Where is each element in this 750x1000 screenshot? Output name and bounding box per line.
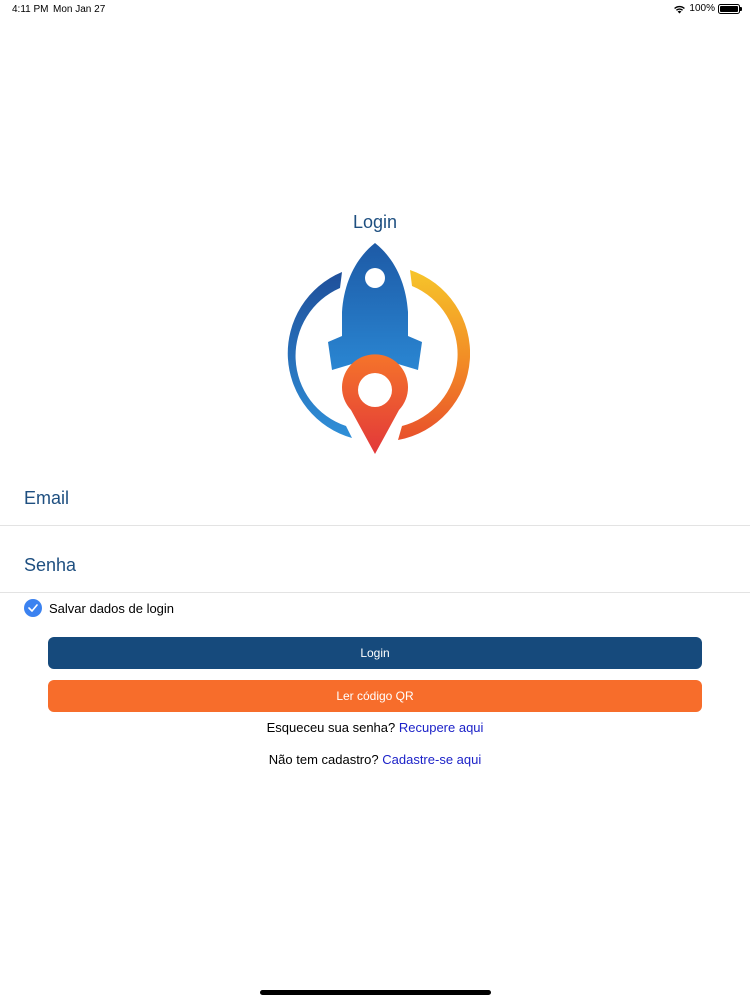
- forgot-password-row: Esqueceu sua senha? Recupere aqui: [0, 720, 750, 735]
- signup-link[interactable]: Cadastre-se aqui: [382, 752, 481, 767]
- wifi-icon: [674, 5, 686, 13]
- status-date: Mon Jan 27: [53, 4, 106, 15]
- status-bar: 4:11 PM Mon Jan 27 100%: [0, 0, 750, 20]
- save-login-checkbox[interactable]: Salvar dados de login: [24, 599, 174, 617]
- forgot-password-text: Esqueceu sua senha?: [266, 720, 396, 735]
- password-input[interactable]: [0, 527, 750, 592]
- page-title: Login: [352, 212, 398, 232]
- save-login-label: Salvar dados de login: [49, 600, 175, 616]
- login-button[interactable]: Login: [48, 637, 702, 669]
- rocket-pin-logo: [287, 243, 470, 454]
- battery-percent: 100%: [689, 3, 715, 14]
- battery-icon: [718, 3, 742, 14]
- scan-qr-button[interactable]: Ler código QR: [48, 680, 702, 712]
- login-screen: 4:11 PM Mon Jan 27 100% Login Email Senh…: [0, 0, 750, 1000]
- recover-password-link[interactable]: Recupere aqui: [399, 720, 484, 735]
- status-time: 4:11 PM: [12, 4, 49, 15]
- email-field[interactable]: Email: [0, 460, 750, 526]
- email-input[interactable]: [0, 460, 750, 525]
- signup-row: Não tem cadastro? Cadastre-se aqui: [0, 752, 750, 767]
- home-indicator[interactable]: [260, 990, 491, 995]
- signup-text: Não tem cadastro?: [268, 752, 379, 767]
- password-field[interactable]: Senha: [0, 527, 750, 593]
- checkmark-icon[interactable]: [24, 599, 42, 617]
- status-right: 100%: [673, 3, 742, 14]
